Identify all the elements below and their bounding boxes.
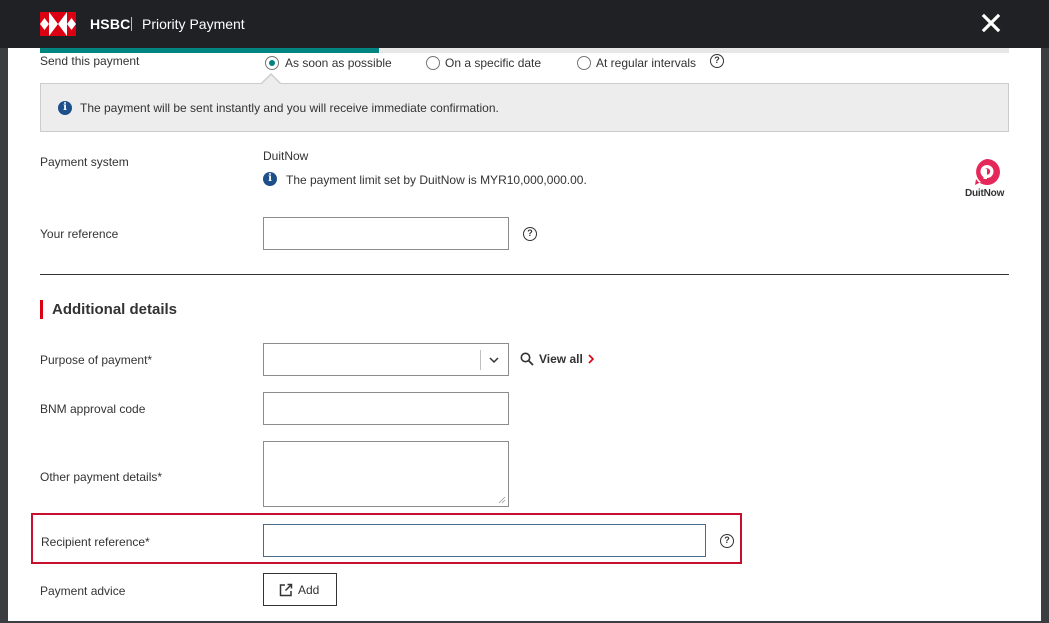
view-all-label[interactable]: View all	[539, 352, 583, 366]
duitnow-mark-icon	[975, 159, 1000, 185]
recipient-reference-help-icon[interactable]: ?	[720, 534, 734, 548]
payment-system-value: DuitNow	[263, 149, 309, 163]
info-message: The payment will be sent instantly and y…	[80, 101, 499, 115]
payment-system-label: Payment system	[40, 155, 129, 169]
radio-specific-date[interactable]	[426, 56, 440, 70]
purpose-select[interactable]	[263, 343, 509, 376]
duitnow-logo-text: DuitNow	[965, 188, 1005, 199]
brand-name: HSBC	[90, 16, 131, 32]
info-caret-fill	[261, 75, 281, 85]
other-details-label: Other payment details*	[40, 470, 163, 484]
select-separator	[480, 350, 481, 370]
section-divider	[40, 274, 1009, 275]
radio-regular-intervals-label[interactable]: At regular intervals	[596, 56, 696, 70]
your-reference-input[interactable]	[263, 217, 509, 250]
external-link-icon	[279, 583, 293, 597]
radio-asap[interactable]	[265, 56, 279, 70]
section-accent-bar	[40, 300, 43, 319]
app-header: HSBC Priority Payment	[0, 0, 1049, 48]
limit-info-icon: i	[263, 172, 277, 186]
hsbc-logo	[40, 12, 76, 36]
section-title: Additional details	[52, 301, 178, 318]
payment-limit-note: The payment limit set by DuitNow is MYR1…	[286, 173, 587, 187]
bnm-code-input[interactable]	[263, 392, 509, 425]
recipient-reference-label: Recipient reference*	[41, 535, 150, 549]
recipient-reference-input[interactable]	[263, 524, 706, 557]
resize-grip-icon[interactable]	[498, 496, 506, 504]
modal-frame-left	[0, 48, 8, 623]
payment-advice-label: Payment advice	[40, 584, 126, 598]
progress-fill	[40, 48, 379, 53]
add-button-label[interactable]: Add	[298, 583, 319, 597]
close-icon[interactable]	[978, 10, 1004, 36]
other-details-textarea[interactable]	[263, 441, 509, 507]
chevron-down-icon	[489, 357, 499, 364]
title-divider	[131, 17, 132, 31]
purpose-label: Purpose of payment*	[40, 353, 153, 367]
modal-frame-right	[1041, 48, 1049, 623]
app-title: Priority Payment	[142, 16, 245, 32]
duitnow-logo: DuitNow	[960, 157, 1014, 203]
bnm-code-label: BNM approval code	[40, 402, 146, 416]
info-icon: i	[58, 101, 72, 115]
send-payment-label: Send this payment	[40, 54, 140, 68]
search-icon	[520, 352, 534, 366]
your-reference-help-icon[interactable]: ?	[523, 227, 537, 241]
radio-regular-intervals[interactable]	[577, 56, 591, 70]
radio-specific-date-label[interactable]: On a specific date	[445, 56, 541, 70]
add-payment-advice-button[interactable]: Add	[263, 573, 337, 606]
your-reference-label: Your reference	[40, 227, 119, 241]
radio-asap-label[interactable]: As soon as possible	[285, 56, 392, 70]
send-payment-help-icon[interactable]: ?	[710, 54, 724, 68]
chevron-right-icon	[588, 354, 595, 364]
